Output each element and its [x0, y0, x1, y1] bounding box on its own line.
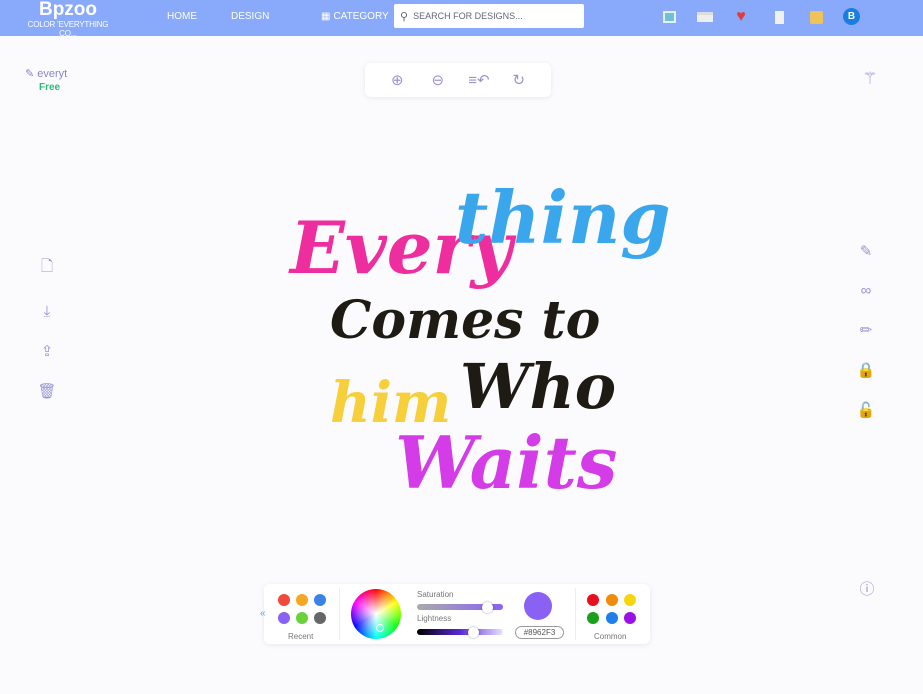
art-line: Waits	[395, 420, 618, 505]
gallery-icon[interactable]	[661, 9, 677, 25]
art-line: thing	[455, 175, 671, 260]
lightness-label: Lightness	[417, 614, 452, 623]
saturation-label: Saturation	[417, 590, 454, 599]
wheel-picker[interactable]	[376, 624, 384, 632]
search-input[interactable]	[413, 11, 574, 21]
search-box[interactable]: ⚲	[394, 4, 584, 28]
common-color[interactable]	[606, 612, 618, 624]
saturation-handle[interactable]	[482, 602, 493, 613]
pencil-icon[interactable]: ✏	[856, 321, 876, 339]
edit-icon[interactable]: ✎	[856, 242, 876, 260]
design-title-text: everyt	[37, 68, 68, 80]
common-color[interactable]	[624, 612, 636, 624]
common-color[interactable]	[624, 594, 636, 606]
lettering-artwork[interactable]: Every thing Comes to him Who Waits	[280, 175, 671, 515]
art-line: Comes to	[330, 290, 601, 351]
card-icon[interactable]	[697, 9, 713, 25]
category-menu[interactable]: ▦ CATEGORY	[321, 11, 389, 22]
lock-icon[interactable]: 🔒	[856, 361, 876, 379]
pencil-icon: ✎	[25, 68, 35, 80]
file-lock-icon[interactable]: 🗋	[37, 256, 57, 281]
recent-color[interactable]	[314, 612, 326, 624]
color-palette: « Recent Saturation Lightness #8962F3 Co…	[260, 584, 650, 644]
zoom-toolbar: ⊕ ⊖ ≡↶ ↻	[365, 63, 551, 97]
undo-icon[interactable]: ≡↶	[468, 71, 489, 89]
art-line: Who	[460, 350, 617, 423]
recent-color[interactable]	[314, 594, 326, 606]
common-label: Common	[594, 632, 627, 641]
nav-home[interactable]: HOME	[167, 11, 197, 22]
logo[interactable]: Bpzoo COLOR 'EVERYTHING CO...	[18, 0, 118, 38]
top-nav: Bpzoo COLOR 'EVERYTHING CO... HOME DESIG…	[0, 0, 923, 38]
unlock-icon[interactable]: 🔓	[856, 401, 876, 419]
upload-icon[interactable]: ⇪	[37, 342, 57, 360]
info-icon[interactable]: ⓘ	[857, 578, 877, 599]
redo-icon[interactable]: ↻	[509, 71, 529, 89]
grid-icon: ▦	[321, 11, 331, 22]
recent-color[interactable]	[278, 594, 290, 606]
brand-tagline: COLOR 'EVERYTHING CO...	[27, 20, 109, 38]
document-icon[interactable]	[771, 9, 787, 25]
recent-color[interactable]	[278, 612, 290, 624]
design-title[interactable]: ✎ everyt	[25, 67, 67, 80]
zoom-in-icon[interactable]: ⊕	[387, 71, 407, 89]
price-badge: Free	[39, 82, 61, 93]
recent-label: Recent	[288, 632, 314, 641]
trash-icon[interactable]: 🗑	[37, 382, 57, 400]
magic-wand-icon[interactable]: ⚚	[860, 69, 880, 89]
category-label: CATEGORY	[333, 11, 389, 22]
hex-input[interactable]: #8962F3	[515, 626, 564, 639]
color-wheel[interactable]	[351, 589, 401, 639]
common-color[interactable]	[606, 594, 618, 606]
file-download-icon[interactable]: ⤓	[37, 303, 57, 320]
common-color[interactable]	[587, 594, 599, 606]
recent-color[interactable]	[296, 594, 308, 606]
heart-icon[interactable]: ♥	[733, 8, 749, 25]
lightness-handle[interactable]	[468, 627, 479, 638]
common-color[interactable]	[587, 612, 599, 624]
zoom-out-icon[interactable]: ⊖	[428, 71, 448, 89]
current-color-swatch	[524, 592, 552, 620]
avatar[interactable]: B	[843, 8, 860, 25]
collapse-icon[interactable]: «	[260, 608, 266, 619]
glasses-icon[interactable]: ∞	[856, 282, 876, 299]
lightness-slider[interactable]	[417, 629, 503, 635]
search-icon: ⚲	[400, 10, 409, 23]
recent-color[interactable]	[296, 612, 308, 624]
brand-name: Bpzoo	[38, 0, 98, 20]
nav-design[interactable]: DESIGN	[231, 11, 269, 22]
bag-icon[interactable]	[808, 9, 824, 25]
